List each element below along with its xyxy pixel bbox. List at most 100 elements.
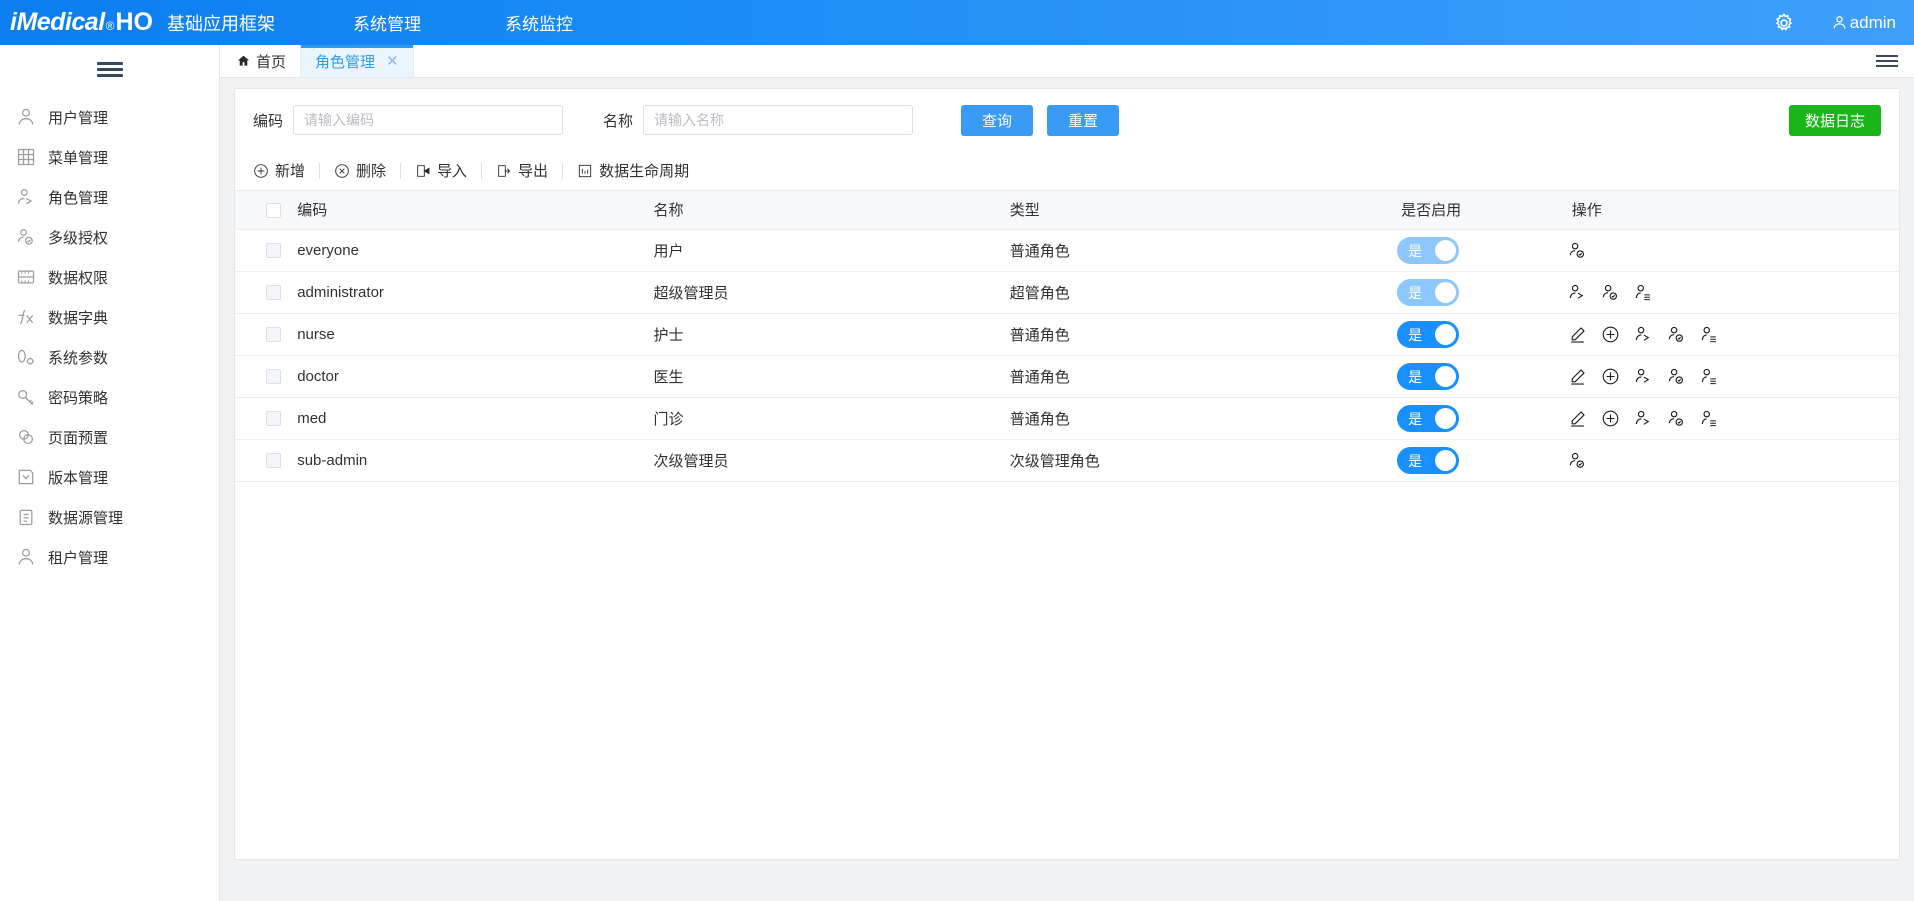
row-checkbox[interactable] <box>266 369 281 384</box>
reset-button[interactable]: 重置 <box>1047 105 1119 136</box>
column-label: 名称 <box>649 202 683 219</box>
toolbar-label: 删除 <box>356 160 386 181</box>
enable-toggle[interactable]: 是 <box>1397 321 1459 348</box>
table-row[interactable]: administrator 超级管理员 超管角色 是 <box>235 271 1899 313</box>
sidebar-item-page-preset[interactable]: 页面预置 <box>0 417 219 457</box>
user-check-icon[interactable] <box>1568 241 1587 260</box>
toggle-knob <box>1435 408 1456 429</box>
tab-role-management[interactable]: 角色管理 ✕ <box>301 45 414 77</box>
user-list-icon[interactable] <box>1634 283 1653 302</box>
cell-text: 普通角色 <box>1006 369 1070 386</box>
sidebar-item-version-management[interactable]: 版本管理 <box>0 457 219 497</box>
table-row[interactable]: everyone 用户 普通角色 是 <box>235 229 1899 271</box>
toggle-knob <box>1435 324 1456 345</box>
sidebar-item-label: 菜单管理 <box>48 147 108 168</box>
plus-circle-icon[interactable] <box>1601 409 1620 428</box>
sidebar-item-label: 租户管理 <box>48 547 108 568</box>
table-row[interactable]: nurse 护士 普通角色 是 <box>235 313 1899 355</box>
toggle-label: 是 <box>1408 325 1422 345</box>
param-gear-icon <box>15 346 37 368</box>
table-row[interactable]: sub-admin 次级管理员 次级管理角色 是 <box>235 439 1899 481</box>
query-button[interactable]: 查询 <box>961 105 1033 136</box>
add-button[interactable]: 新增 <box>253 160 319 181</box>
column-header-type: 类型 <box>1006 191 1397 229</box>
sidebar-item-system-parameter[interactable]: 系统参数 <box>0 337 219 377</box>
user-share-icon[interactable] <box>1568 283 1587 302</box>
row-checkbox[interactable] <box>266 243 281 258</box>
edit-icon[interactable] <box>1568 325 1587 344</box>
user-share-icon[interactable] <box>1634 325 1653 344</box>
sidebar-item-role-management[interactable]: 角色管理 <box>0 177 219 217</box>
user-list-icon[interactable] <box>1700 325 1719 344</box>
table-row[interactable]: doctor 医生 普通角色 是 <box>235 355 1899 397</box>
column-label: 是否启用 <box>1397 202 1461 219</box>
row-select-cell <box>235 229 293 271</box>
sidebar-item-data-permission[interactable]: 数据权限 <box>0 257 219 297</box>
edit-icon[interactable] <box>1568 409 1587 428</box>
cell-operations <box>1568 229 1899 271</box>
tab-home[interactable]: 首页 <box>220 45 301 77</box>
import-button[interactable]: 导入 <box>401 160 481 181</box>
close-icon[interactable]: ✕ <box>386 52 399 70</box>
sidebar-item-user-management[interactable]: 用户管理 <box>0 97 219 137</box>
table-header-row: 编码 名称 类型 是否启用 操作 <box>235 191 1899 229</box>
export-button[interactable]: 导出 <box>482 160 562 181</box>
row-checkbox[interactable] <box>266 327 281 342</box>
name-field-label: 名称 <box>603 110 633 131</box>
plus-circle-icon[interactable] <box>1601 325 1620 344</box>
row-checkbox[interactable] <box>266 411 281 426</box>
select-all-checkbox[interactable] <box>266 203 281 218</box>
sidebar-item-password-policy[interactable]: 密码策略 <box>0 377 219 417</box>
hamburger-icon[interactable] <box>97 59 123 80</box>
enable-toggle[interactable]: 是 <box>1397 237 1459 264</box>
column-header-enabled: 是否启用 <box>1397 191 1568 229</box>
cell-text: 用户 <box>649 243 683 260</box>
top-nav-item-system-monitor[interactable]: 系统监控 <box>489 10 589 35</box>
export-icon <box>496 163 512 179</box>
data-log-button[interactable]: 数据日志 <box>1789 105 1881 136</box>
cell-text: sub-admin <box>293 452 367 469</box>
delete-button[interactable]: 删除 <box>320 160 400 181</box>
cell-operations <box>1568 313 1899 355</box>
enable-toggle[interactable]: 是 <box>1397 363 1459 390</box>
name-input[interactable] <box>643 105 913 135</box>
plus-circle-icon[interactable] <box>1601 367 1620 386</box>
user-check-icon[interactable] <box>1667 367 1686 386</box>
user-check-icon[interactable] <box>1667 409 1686 428</box>
sidebar-item-datasource-management[interactable]: 数据源管理 <box>0 497 219 537</box>
user-list-icon[interactable] <box>1700 367 1719 386</box>
user-share-icon[interactable] <box>1634 367 1653 386</box>
cell-text: everyone <box>293 242 359 259</box>
top-bar-right: admin <box>1773 12 1896 34</box>
user-menu[interactable]: admin <box>1831 13 1896 33</box>
sidebar-item-tenant-management[interactable]: 租户管理 <box>0 537 219 577</box>
cell-enabled: 是 <box>1397 313 1568 355</box>
code-input[interactable] <box>293 105 563 135</box>
top-nav: 系统管理 系统监控 <box>337 10 589 35</box>
row-select-cell <box>235 397 293 439</box>
cell-operations <box>1568 439 1899 481</box>
row-checkbox[interactable] <box>266 285 281 300</box>
gear-icon[interactable] <box>1773 12 1795 34</box>
sidebar-item-label: 版本管理 <box>48 467 108 488</box>
user-check-icon[interactable] <box>1667 325 1686 344</box>
sidebar-item-data-dictionary[interactable]: 数据字典 <box>0 297 219 337</box>
cell-type: 超管角色 <box>1006 271 1397 313</box>
enable-toggle[interactable]: 是 <box>1397 279 1459 306</box>
user-check-icon[interactable] <box>1601 283 1620 302</box>
data-lifecycle-button[interactable]: 数据生命周期 <box>563 160 703 181</box>
user-share-icon[interactable] <box>1634 409 1653 428</box>
top-nav-item-system-management[interactable]: 系统管理 <box>337 10 437 35</box>
registered-mark: ® <box>106 19 115 33</box>
user-list-icon[interactable] <box>1700 409 1719 428</box>
table-row[interactable]: med 门诊 普通角色 是 <box>235 397 1899 439</box>
sidebar-item-menu-management[interactable]: 菜单管理 <box>0 137 219 177</box>
edit-icon[interactable] <box>1568 367 1587 386</box>
cell-text: 普通角色 <box>1006 327 1070 344</box>
enable-toggle[interactable]: 是 <box>1397 447 1459 474</box>
row-checkbox[interactable] <box>266 453 281 468</box>
sidebar-item-multilevel-authorization[interactable]: 多级授权 <box>0 217 219 257</box>
tab-bar-menu-icon[interactable] <box>1860 45 1914 77</box>
enable-toggle[interactable]: 是 <box>1397 405 1459 432</box>
user-check-icon[interactable] <box>1568 451 1587 470</box>
